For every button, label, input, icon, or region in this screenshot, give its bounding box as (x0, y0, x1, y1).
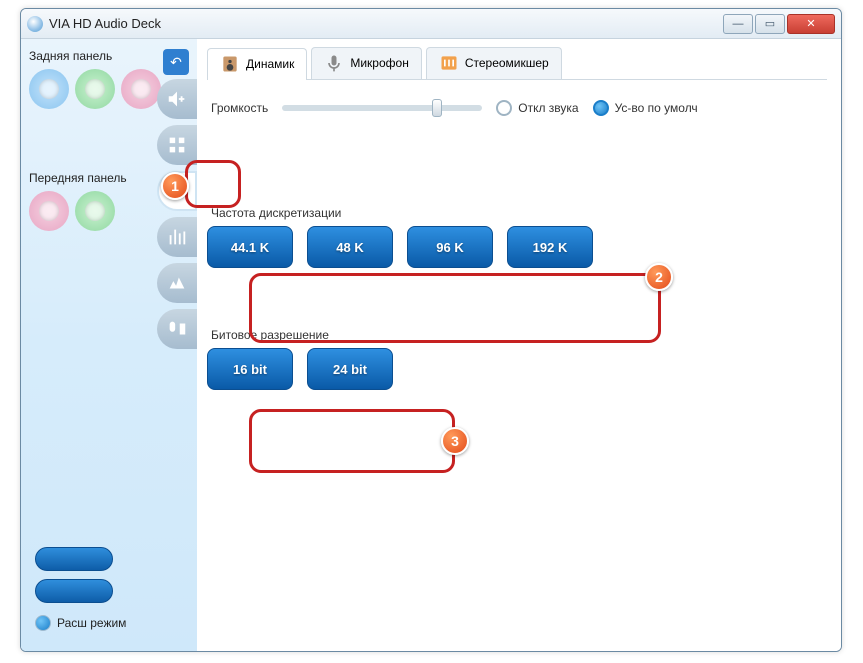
side-equalizer-icon[interactable] (157, 217, 197, 257)
sidebar: Задняя панель ↶ Передняя панель (21, 39, 197, 651)
mute-radio[interactable] (496, 100, 512, 116)
mixer-icon (439, 53, 459, 73)
sample-rate-row: 44.1 K 48 K 96 K 192 K (207, 226, 827, 268)
side-icon-column (157, 79, 199, 349)
bit-depth-row: 16 bit 24 bit (207, 348, 827, 390)
maximize-button[interactable]: ▭ (755, 14, 785, 34)
rear-jack-blue[interactable] (29, 69, 69, 109)
tab-speaker[interactable]: Динамик (207, 48, 307, 80)
tab-microphone-label: Микрофон (350, 56, 408, 70)
mute-option[interactable]: Откл звука (496, 100, 578, 116)
volume-label: Громкость (211, 101, 268, 115)
toggle-info-button[interactable] (35, 579, 113, 603)
sample-rate-44k[interactable]: 44.1 K (207, 226, 293, 268)
side-room-icon[interactable] (157, 309, 197, 349)
main-panel: Динамик Микрофон Стереомикшер Громкость (197, 39, 841, 651)
tab-stereomixer-label: Стереомикшер (465, 56, 549, 70)
callout-badge-2: 2 (645, 263, 673, 291)
rear-jack-green[interactable] (75, 69, 115, 109)
equalizer-icon (166, 226, 188, 248)
tabs: Динамик Микрофон Стереомикшер (207, 47, 827, 80)
advanced-mode-radio[interactable] (35, 615, 51, 631)
rear-jack-pink[interactable] (121, 69, 161, 109)
speaker-icon (220, 54, 240, 74)
window-title: VIA HD Audio Deck (49, 16, 161, 31)
tab-stereomixer[interactable]: Стереомикшер (426, 47, 562, 79)
side-environment-icon[interactable] (157, 263, 197, 303)
mute-label: Откл звука (518, 101, 578, 115)
titlebar: VIA HD Audio Deck — ▭ ✕ (21, 9, 841, 39)
tab-speaker-label: Динамик (246, 57, 294, 71)
app-icon (27, 16, 43, 32)
sample-rate-label: Частота дискретизации (211, 206, 823, 220)
callout-badge-1: 1 (161, 172, 189, 200)
room-correction-icon (166, 318, 188, 340)
tab-microphone[interactable]: Микрофон (311, 47, 421, 79)
front-jack-pink[interactable] (29, 191, 69, 231)
speaker-plus-icon (166, 88, 188, 110)
speakers-grid-icon (166, 134, 188, 156)
volume-slider-thumb[interactable] (432, 99, 442, 117)
advanced-mode-label: Расш режим (57, 616, 126, 630)
bit-depth-label: Битовое разрешение (211, 328, 823, 342)
sample-rate-48k[interactable]: 48 K (307, 226, 393, 268)
side-speaker-config-icon[interactable] (157, 125, 197, 165)
rear-panel-label: Задняя панель (29, 49, 161, 63)
close-button[interactable]: ✕ (787, 14, 835, 34)
callout-badge-3: 3 (441, 427, 469, 455)
default-device-label: Ус-во по умолч (615, 101, 698, 115)
side-volume-icon[interactable] (157, 79, 197, 119)
microphone-icon (324, 53, 344, 73)
sample-rate-96k[interactable]: 96 K (407, 226, 493, 268)
volume-slider[interactable] (282, 105, 482, 111)
environment-icon (166, 272, 188, 294)
sample-rate-192k[interactable]: 192 K (507, 226, 593, 268)
bit-depth-16[interactable]: 16 bit (207, 348, 293, 390)
app-window: VIA HD Audio Deck — ▭ ✕ Задняя панель ↶ (20, 8, 842, 652)
bit-depth-24[interactable]: 24 bit (307, 348, 393, 390)
default-device-radio[interactable] (593, 100, 609, 116)
back-button[interactable]: ↶ (163, 49, 189, 75)
minimize-button[interactable]: — (723, 14, 753, 34)
toggle-connectors-button[interactable] (35, 547, 113, 571)
front-jack-green[interactable] (75, 191, 115, 231)
default-device-option[interactable]: Ус-во по умолч (593, 100, 698, 116)
